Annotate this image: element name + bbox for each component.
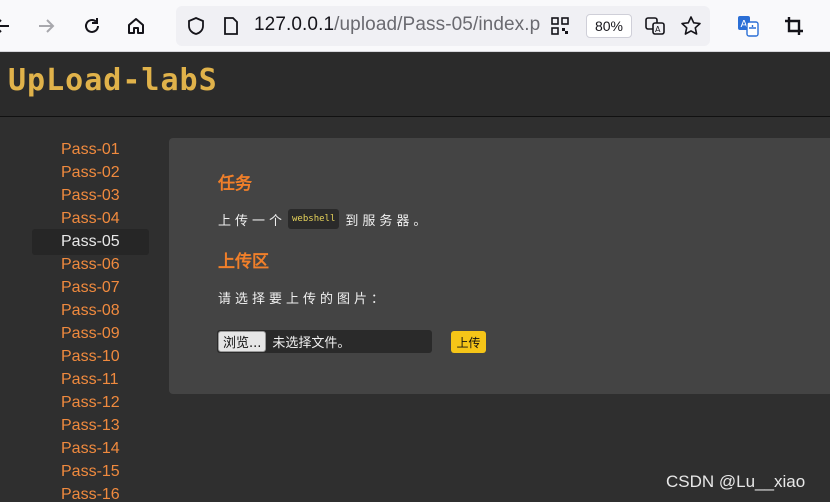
task-heading: 任务 [218, 174, 252, 194]
no-file-selected-label: 未选择文件。 [272, 336, 351, 351]
translate-extension-icon: A [738, 16, 759, 37]
zoom-level-badge[interactable]: 80% [586, 14, 632, 38]
arrow-left-icon [0, 19, 9, 33]
forward-button[interactable] [30, 10, 62, 42]
reload-button[interactable] [76, 10, 108, 42]
task-prefix: 上传一个 [218, 213, 287, 229]
site-logo[interactable]: UpLoad-labS [8, 63, 218, 98]
shield-icon [186, 16, 206, 40]
sidebar-nav: Pass-01 Pass-02 Pass-03 Pass-04 Pass-05 Pass-… [0, 118, 160, 502]
browse-button[interactable]: 浏览... [218, 331, 267, 352]
url-bar[interactable]: 127.0.0.1/upload/Pass-05/index.php 80% A [176, 6, 710, 46]
site-header: UpLoad-labS [0, 53, 830, 117]
upload-heading: 上传区 [218, 252, 269, 272]
back-button[interactable] [0, 10, 18, 42]
qr-code-icon[interactable] [550, 16, 570, 40]
svg-text:A: A [655, 25, 661, 34]
choose-file-label: 请选择要上传的图片： [218, 292, 389, 307]
content-panel: 任务 上传一个 webshell 到服务器。 上传区 请选择要上传的图片： 浏览… [169, 138, 830, 394]
bookmark-star-icon[interactable] [680, 15, 702, 41]
task-description: 上传一个 webshell 到服务器。 [218, 208, 430, 230]
reload-icon [85, 18, 99, 33]
url-text[interactable]: 127.0.0.1/upload/Pass-05/index.php [254, 14, 540, 36]
file-input[interactable]: 浏览... 未选择文件。 [217, 330, 432, 353]
csdn-watermark: CSDN @Lu__xiao [666, 472, 806, 491]
browser-toolbar: 127.0.0.1/upload/Pass-05/index.php 80% A… [0, 0, 830, 52]
home-icon [128, 18, 144, 34]
url-path: /upload/Pass-05/index.php [334, 14, 540, 35]
sidebar-item-pass-16[interactable]: Pass-16 [32, 482, 149, 502]
crop-screenshot-button[interactable] [778, 10, 810, 42]
crop-icon [785, 17, 803, 35]
home-button[interactable] [120, 10, 152, 42]
page-icon [222, 16, 240, 40]
translate-icon[interactable]: A [644, 15, 666, 41]
task-code: webshell [288, 209, 340, 229]
upload-button[interactable]: 上传 [451, 331, 486, 353]
task-suffix: 到服务器。 [345, 213, 431, 229]
translate-extension-button[interactable]: A [732, 10, 764, 42]
url-host: 127.0.0.1 [254, 14, 335, 35]
arrow-right-icon [39, 19, 55, 33]
